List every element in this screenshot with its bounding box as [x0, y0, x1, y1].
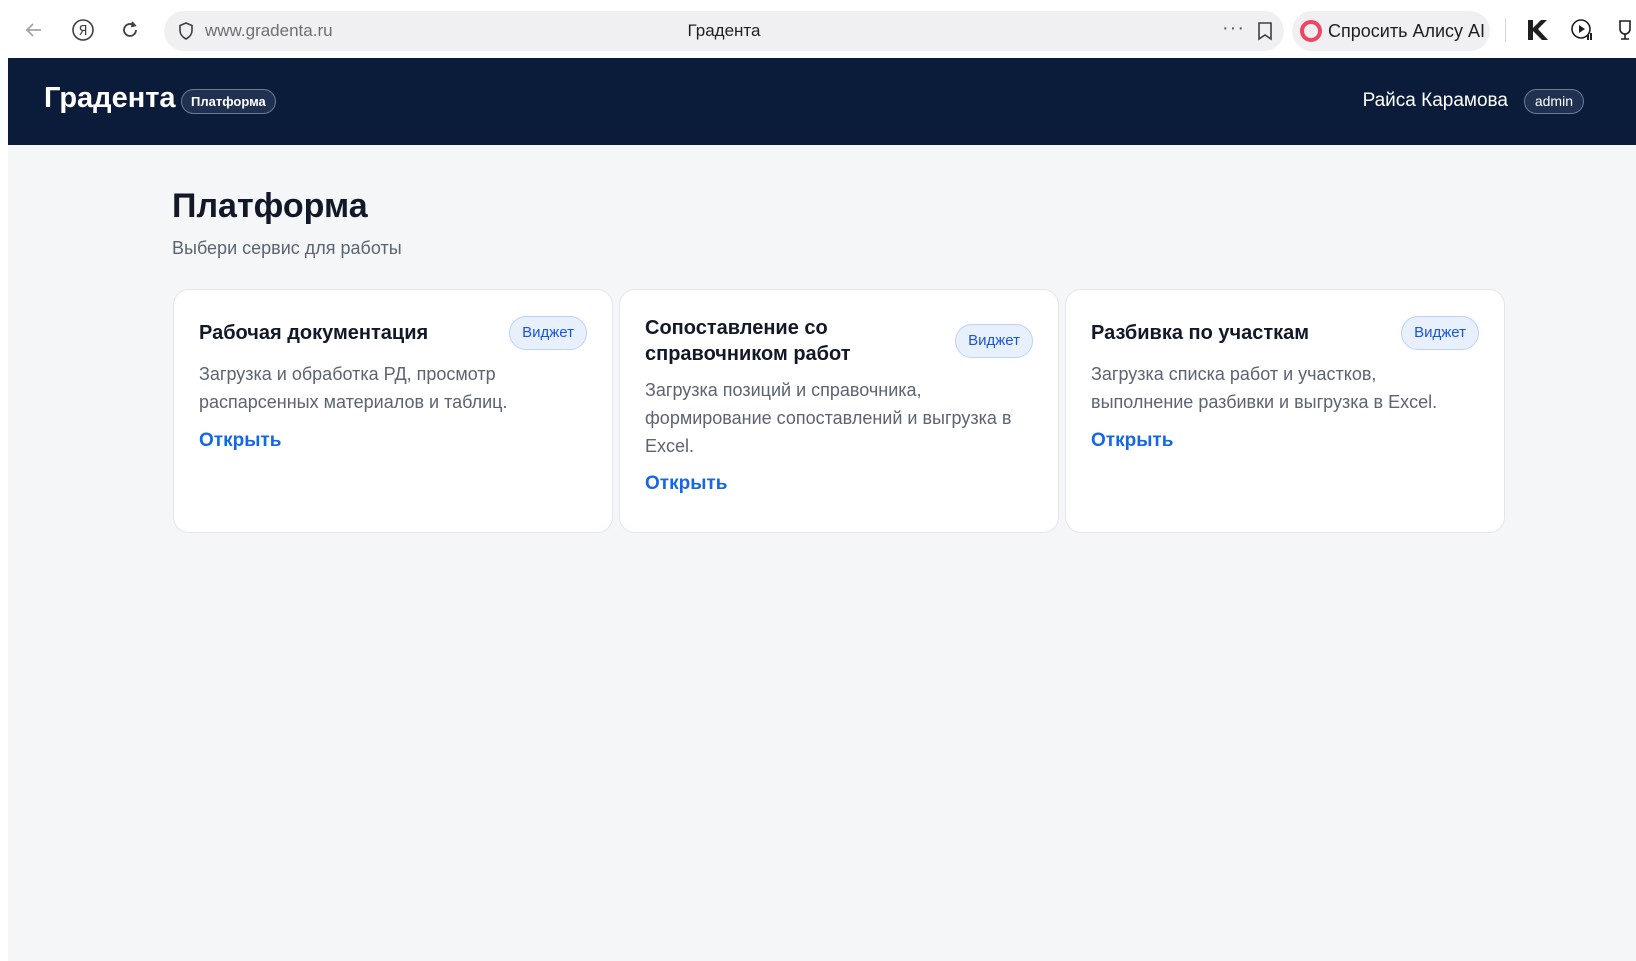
role-badge: admin: [1523, 89, 1584, 114]
widget-badge: Виджет: [509, 316, 587, 350]
card-title: Сопоставление со справочником работ: [645, 317, 851, 365]
service-card-matching: Сопоставление со справочником работ Видж…: [619, 289, 1059, 533]
card-title: Разбивка по участкам: [1091, 322, 1310, 344]
back-arrow-icon[interactable]: [20, 16, 48, 44]
svg-text:Я: Я: [78, 24, 87, 39]
card-description: Загрузка списка работ и участков, выполн…: [1091, 364, 1438, 412]
card-description: Загрузка позиций и справочника, формиров…: [645, 380, 1012, 456]
yandex-icon[interactable]: Я: [69, 16, 97, 44]
widget-badge: Виджет: [1401, 316, 1479, 350]
open-link[interactable]: Открыть: [1091, 430, 1173, 452]
user-name[interactable]: Райса Карамова: [1363, 90, 1508, 112]
toolbar-divider: [1505, 18, 1506, 42]
ask-alice-button[interactable]: Спросить Алису AI: [1292, 11, 1490, 51]
open-link[interactable]: Открыть: [645, 473, 727, 495]
page-subtitle: Выбери сервис для работы: [172, 238, 402, 258]
platform-badge: Платформа: [181, 89, 276, 114]
kinopoisk-icon[interactable]: [1524, 16, 1552, 44]
service-card-documentation: Рабочая документация Виджет Загрузка и о…: [173, 289, 613, 533]
main-content: Платформа Выбери сервис для работы Рабоч…: [8, 145, 1636, 961]
address-bar[interactable]: www.gradenta.ru Градента ···: [164, 11, 1284, 51]
browser-toolbar: Я www.gradenta.ru Градента ··· Спросить …: [0, 0, 1636, 58]
card-title: Рабочая документация: [199, 322, 429, 344]
app-header: Градента Платформа Райса Карамова admin: [8, 58, 1636, 145]
page-title: Платформа: [172, 187, 368, 225]
extension-icon[interactable]: [1614, 16, 1636, 44]
alice-icon: [1300, 20, 1322, 42]
reload-icon[interactable]: [116, 16, 144, 44]
service-card-sections: Разбивка по участкам Виджет Загрузка спи…: [1065, 289, 1505, 533]
card-description: Загрузка и обработка РД, просмотр распар…: [199, 364, 508, 412]
open-link[interactable]: Открыть: [199, 430, 281, 452]
brand-logo[interactable]: Градента: [44, 82, 176, 115]
page-tab-title: Градента: [687, 21, 761, 40]
more-icon[interactable]: ···: [1222, 17, 1245, 40]
media-play-icon[interactable]: [1568, 16, 1596, 44]
bookmark-icon[interactable]: [1256, 21, 1274, 41]
ask-alice-label: Спросить Алису AI: [1328, 20, 1486, 41]
widget-badge: Виджет: [955, 324, 1033, 358]
